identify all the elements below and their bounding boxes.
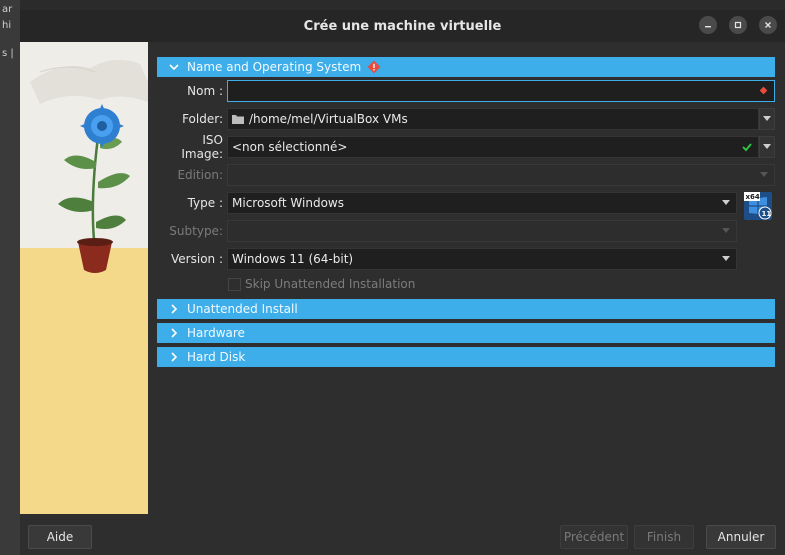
- folder-label: Folder:: [182, 112, 223, 126]
- section-label: Name and Operating System: [187, 60, 362, 74]
- section-label: Hardware: [187, 326, 245, 340]
- button-bar: Aide Précédent Finish Annuler: [20, 517, 785, 555]
- section-unattended[interactable]: Unattended Install: [157, 299, 775, 319]
- section-label: Unattended Install: [187, 302, 298, 316]
- chevron-down-icon: [722, 228, 730, 233]
- skip-unattended-checkbox[interactable]: [228, 277, 241, 291]
- section-harddisk[interactable]: Hard Disk: [157, 347, 775, 367]
- chevron-right-icon: [171, 352, 178, 362]
- iso-selector[interactable]: <non sélectionné>: [227, 136, 759, 158]
- background-text: ar: [2, 4, 13, 15]
- name-input[interactable]: [227, 80, 775, 102]
- chevron-down-icon: [169, 64, 179, 71]
- finish-button[interactable]: Finish: [634, 525, 694, 549]
- row-iso: ISO Image: <non sélectionné>: [157, 133, 775, 161]
- row-version: Version : Windows 11 (64-bit): [157, 245, 775, 273]
- section-name-os[interactable]: Name and Operating System: [157, 57, 775, 77]
- chevron-right-icon: [171, 328, 178, 338]
- warning-icon: [367, 60, 381, 74]
- help-button[interactable]: Aide: [28, 525, 92, 549]
- subtype-label: Subtype:: [169, 224, 223, 238]
- invalid-icon: [759, 86, 768, 95]
- chevron-down-icon: [763, 116, 771, 121]
- name-label: Nom :: [187, 84, 223, 98]
- background-window-edge: ar hi s |: [0, 0, 20, 555]
- chevron-down-icon: [722, 256, 730, 261]
- background-text: s |: [2, 48, 14, 59]
- skip-unattended-row: Skip Unattended Installation: [157, 273, 775, 295]
- folder-dropdown-button[interactable]: [759, 108, 775, 130]
- minimize-button[interactable]: [699, 16, 717, 34]
- edition-label: Edition:: [177, 168, 223, 182]
- edition-select[interactable]: [227, 164, 775, 186]
- wizard-illustration: [20, 42, 148, 514]
- maximize-button[interactable]: [729, 16, 747, 34]
- section-label: Hard Disk: [187, 350, 246, 364]
- form-area: Name and Operating System Nom : Folder: …: [157, 57, 775, 367]
- chevron-down-icon: [760, 172, 768, 177]
- subtype-select[interactable]: [227, 220, 737, 242]
- row-folder: Folder: /home/mel/VirtualBox VMs: [157, 105, 775, 133]
- close-icon: [765, 22, 771, 28]
- iso-label: ISO Image:: [181, 133, 223, 161]
- skip-unattended-label: Skip Unattended Installation: [245, 277, 416, 291]
- create-vm-dialog: Crée une machine virtuelle Name and Oper…: [20, 10, 785, 555]
- row-edition: Edition:: [157, 161, 775, 189]
- iso-dropdown-button[interactable]: [759, 136, 775, 158]
- version-select[interactable]: Windows 11 (64-bit): [227, 248, 737, 270]
- background-text: hi: [2, 20, 12, 31]
- type-label: Type :: [187, 196, 223, 210]
- chevron-down-icon: [722, 200, 730, 205]
- window-title: Crée une machine virtuelle: [303, 18, 502, 34]
- chevron-down-icon: [763, 144, 771, 149]
- section-hardware[interactable]: Hardware: [157, 323, 775, 343]
- row-name: Nom :: [157, 77, 775, 105]
- check-icon: [742, 143, 752, 152]
- cancel-button[interactable]: Annuler: [706, 525, 776, 549]
- row-type: Type : Microsoft Windows x64 11: [157, 189, 775, 220]
- minimize-icon: [705, 26, 711, 28]
- close-button[interactable]: [759, 16, 777, 34]
- folder-selector[interactable]: /home/mel/VirtualBox VMs: [227, 108, 759, 130]
- version-label: Version :: [171, 252, 223, 266]
- plant-illustration: [30, 59, 148, 273]
- row-subtype: Subtype:: [157, 217, 775, 245]
- previous-button[interactable]: Précédent: [560, 525, 628, 549]
- titlebar: Crée une machine virtuelle: [20, 10, 785, 42]
- os-logo-arch: x64: [746, 193, 760, 201]
- type-select[interactable]: Microsoft Windows: [227, 192, 737, 214]
- chevron-right-icon: [171, 304, 178, 314]
- maximize-icon: [734, 21, 742, 29]
- folder-icon: [232, 115, 244, 124]
